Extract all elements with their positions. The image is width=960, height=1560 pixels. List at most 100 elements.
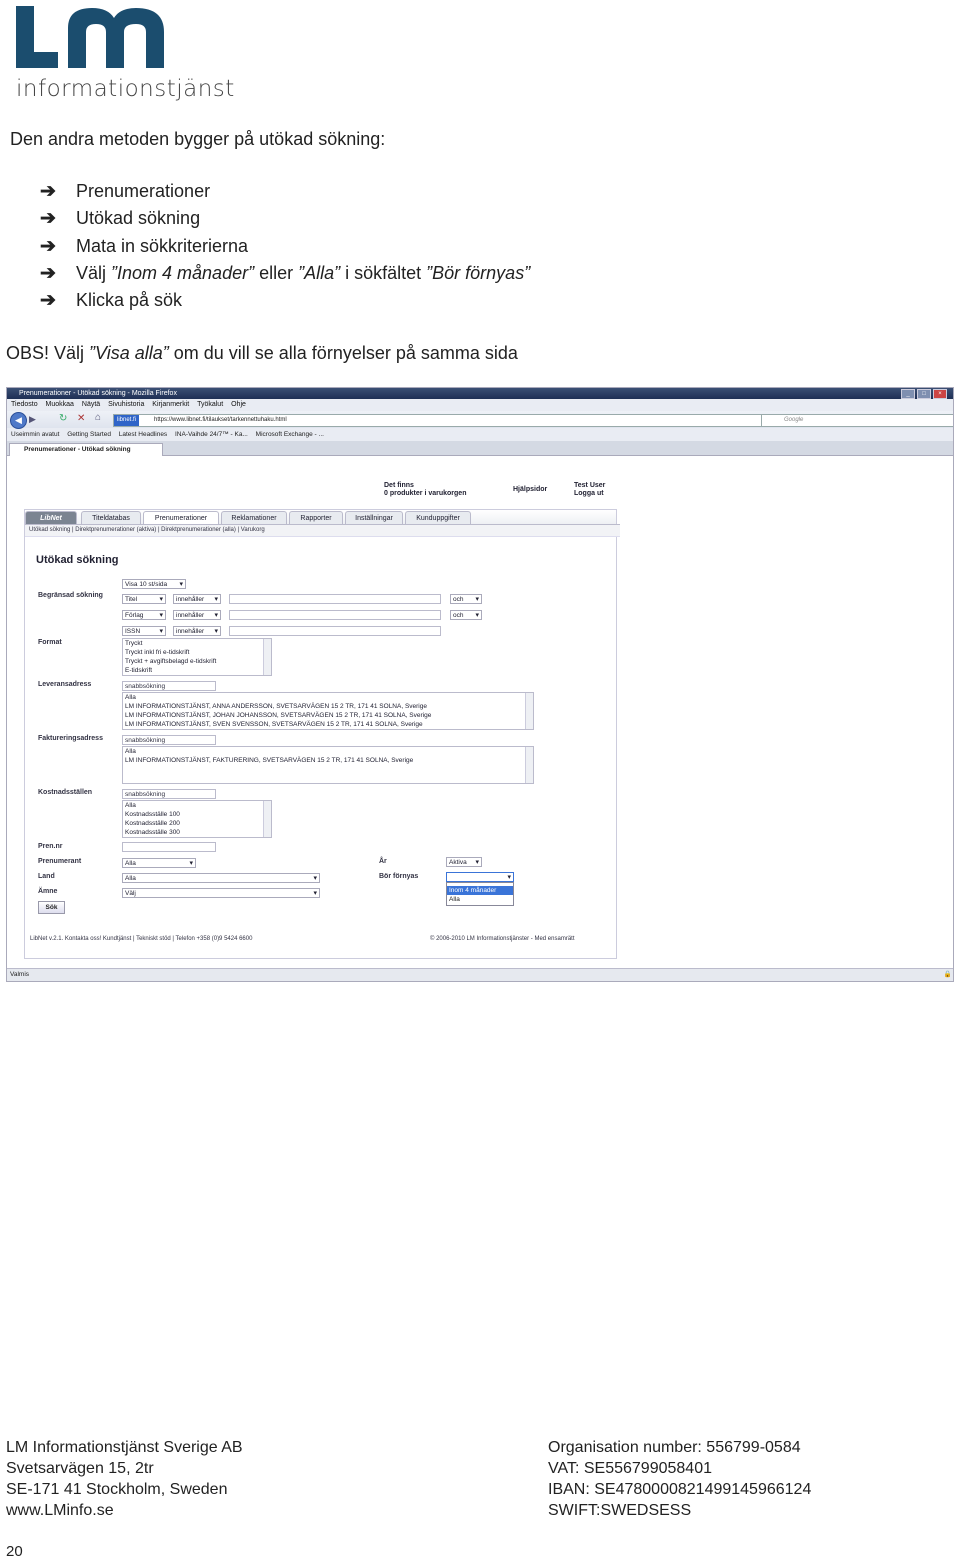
- dropdown-option[interactable]: Inom 4 månader: [447, 886, 513, 895]
- menu-item[interactable]: Työkalut: [197, 401, 223, 408]
- list-item[interactable]: Kostnadsställe 100: [125, 810, 271, 819]
- menu-item[interactable]: Kirjanmerkit: [152, 401, 189, 408]
- scrollbar[interactable]: [525, 693, 533, 729]
- bookmark-item[interactable]: Useimmin avatut: [11, 431, 59, 438]
- tab-titeldatabas[interactable]: Titeldatabas: [81, 511, 141, 525]
- tab-rapporter[interactable]: Rapporter: [289, 511, 343, 525]
- minimize-icon[interactable]: _: [901, 389, 915, 399]
- tab-installningar[interactable]: Inställningar: [345, 511, 403, 525]
- bor-fornyas-dropdown[interactable]: Inom 4 månader Alla: [446, 882, 514, 906]
- amne-select[interactable]: Välj: [122, 888, 320, 899]
- bookmark-item[interactable]: Getting Started: [67, 431, 111, 438]
- footer-left: LM Informationstjänst Sverige AB Svetsar…: [6, 1437, 243, 1521]
- bor-fornyas-select[interactable]: [446, 872, 514, 883]
- bookmark-item[interactable]: INA-Vaihde 24/7™ - Ka...: [175, 431, 248, 438]
- browser-tab[interactable]: Prenumerationer - Utökad sökning: [9, 443, 163, 456]
- leverans-quicksearch[interactable]: snabbsökning: [122, 681, 216, 691]
- sub-navigation[interactable]: Utökad sökning | Direktprenumerationer (…: [25, 524, 620, 537]
- ar-select[interactable]: Aktiva: [446, 857, 482, 868]
- footer-street: Svetsarvägen 15, 2tr: [6, 1460, 154, 1477]
- search-term-input[interactable]: [229, 594, 441, 604]
- list-item[interactable]: LM INFORMATIONSTJÄNST, FAKTURERING, SVET…: [125, 756, 533, 765]
- field-select[interactable]: ISSN: [122, 626, 166, 637]
- leverans-list[interactable]: Alla LM INFORMATIONSTJÄNST, ANNA ANDERSS…: [122, 692, 534, 730]
- menu-item[interactable]: Sivuhistoria: [108, 401, 144, 408]
- search-input[interactable]: Google: [761, 414, 953, 427]
- land-select[interactable]: Alla: [122, 873, 320, 884]
- menu-item[interactable]: Tiedosto: [11, 401, 38, 408]
- tab-prenumerationer[interactable]: Prenumerationer: [143, 511, 219, 525]
- field-select[interactable]: Titel: [122, 594, 166, 605]
- page-title: Utökad sökning: [36, 554, 119, 566]
- home-icon[interactable]: ⌂: [95, 412, 101, 423]
- page-content: Det finns 0 produkter i varukorgen Hjälps…: [7, 457, 953, 968]
- list-item[interactable]: Alla: [125, 747, 533, 756]
- list-item: ➔ Klicka på sök: [40, 290, 183, 312]
- page-number: 20: [6, 1543, 23, 1560]
- kostnad-quicksearch[interactable]: snabbsökning: [122, 789, 216, 799]
- list-item[interactable]: LM INFORMATIONSTJÄNST, JOHAN JOHANSSON, …: [125, 711, 533, 720]
- arrow-icon: ➔: [40, 181, 56, 202]
- menu-bar: Tiedosto Muokkaa Näytä Sivuhistoria Kirj…: [7, 399, 953, 411]
- arrow-icon: ➔: [40, 235, 56, 257]
- url-input[interactable]: libnet.fi https://www.libnet.fi/tilaukse…: [113, 414, 795, 427]
- help-link[interactable]: Hjälpsidor: [513, 486, 547, 494]
- reload-icon[interactable]: ↻: [59, 413, 67, 424]
- per-page-select[interactable]: Visa 10 st/sida: [122, 579, 186, 590]
- list-item[interactable]: Kostnadsställe 300: [125, 828, 271, 837]
- back-icon[interactable]: ◀: [10, 412, 27, 429]
- bookmark-item[interactable]: Microsoft Exchange - ...: [256, 431, 324, 438]
- scrollbar[interactable]: [263, 801, 271, 837]
- operator-select[interactable]: innehåller: [173, 594, 221, 605]
- footer-org: Organisation number: 556799-0584: [548, 1439, 801, 1456]
- search-term-input[interactable]: [229, 626, 441, 636]
- tab-kunduppgifter[interactable]: Kunduppgifter: [405, 511, 471, 525]
- stop-icon[interactable]: ✕: [77, 413, 85, 424]
- menu-item[interactable]: Näytä: [82, 401, 100, 408]
- user-menu[interactable]: Test User Logga ut: [574, 482, 605, 498]
- footer-iban: IBAN: SE4780000821499145966124: [548, 1481, 812, 1498]
- format-list[interactable]: Tryckt Tryckt inkl fri e-tidskrift Tryck…: [122, 638, 272, 676]
- prennr-input[interactable]: [122, 842, 216, 852]
- list-item[interactable]: Alla: [125, 693, 533, 702]
- kostnad-list[interactable]: Alla Kostnadsställe 100 Kostnadsställe 2…: [122, 800, 272, 838]
- forward-icon[interactable]: ▶: [29, 414, 36, 425]
- scrollbar[interactable]: [263, 639, 271, 675]
- scrollbar[interactable]: [525, 747, 533, 783]
- search-term-input[interactable]: [229, 610, 441, 620]
- list-item[interactable]: LM INFORMATIONSTJÄNST, ANNA ANDERSSON, S…: [125, 702, 533, 711]
- close-icon[interactable]: ×: [933, 389, 947, 399]
- cart-info[interactable]: Det finns 0 produkter i varukorgen: [384, 482, 466, 498]
- prenumerant-select[interactable]: Alla: [122, 858, 196, 869]
- list-item[interactable]: Kostnadsställe 200: [125, 819, 271, 828]
- operator-select[interactable]: innehåller: [173, 610, 221, 621]
- tab-strip: Prenumerationer - Utökad sökning: [7, 441, 953, 456]
- list-item[interactable]: E-tidskrift: [125, 666, 271, 675]
- list-item[interactable]: Alla: [125, 801, 271, 810]
- conjunction-select[interactable]: och: [450, 610, 482, 621]
- operator-select[interactable]: innehåller: [173, 626, 221, 637]
- obs-note: OBS! Välj ”Visa alla” om du vill se alla…: [6, 343, 518, 363]
- arrow-icon: ➔: [40, 262, 56, 284]
- maximize-icon[interactable]: □: [917, 389, 931, 399]
- footer-web[interactable]: www.LMinfo.se: [6, 1500, 243, 1521]
- label-bor-fornyas: Bör förnyas: [379, 873, 419, 880]
- menu-item[interactable]: Ohje: [231, 401, 246, 408]
- field-select[interactable]: Förlag: [122, 610, 166, 621]
- fakt-quicksearch[interactable]: snabbsökning: [122, 735, 216, 745]
- sok-button[interactable]: Sök: [38, 901, 65, 914]
- label-fakturering: Faktureringsadress: [38, 735, 103, 742]
- bookmark-item[interactable]: Latest Headlines: [119, 431, 167, 438]
- footer-right: Organisation number: 556799-0584 VAT: SE…: [548, 1437, 811, 1521]
- conjunction-select[interactable]: och: [450, 594, 482, 605]
- fakt-list[interactable]: Alla LM INFORMATIONSTJÄNST, FAKTURERING,…: [122, 746, 534, 784]
- list-item[interactable]: Tryckt: [125, 639, 271, 648]
- browser-screenshot: Prenumerationer - Utökad sökning - Mozil…: [6, 387, 954, 982]
- list-item[interactable]: LM INFORMATIONSTJÄNST, SVEN SVENSSON, SV…: [125, 720, 533, 729]
- logo-wordmark: informationstjänst: [16, 76, 235, 102]
- tab-reklamationer[interactable]: Reklamationer: [221, 511, 287, 525]
- list-item[interactable]: Tryckt + avgiftsbelagd e-tidskrift: [125, 657, 271, 666]
- menu-item[interactable]: Muokkaa: [46, 401, 74, 408]
- list-item[interactable]: Tryckt inkl fri e-tidskrift: [125, 648, 271, 657]
- dropdown-option[interactable]: Alla: [447, 895, 513, 904]
